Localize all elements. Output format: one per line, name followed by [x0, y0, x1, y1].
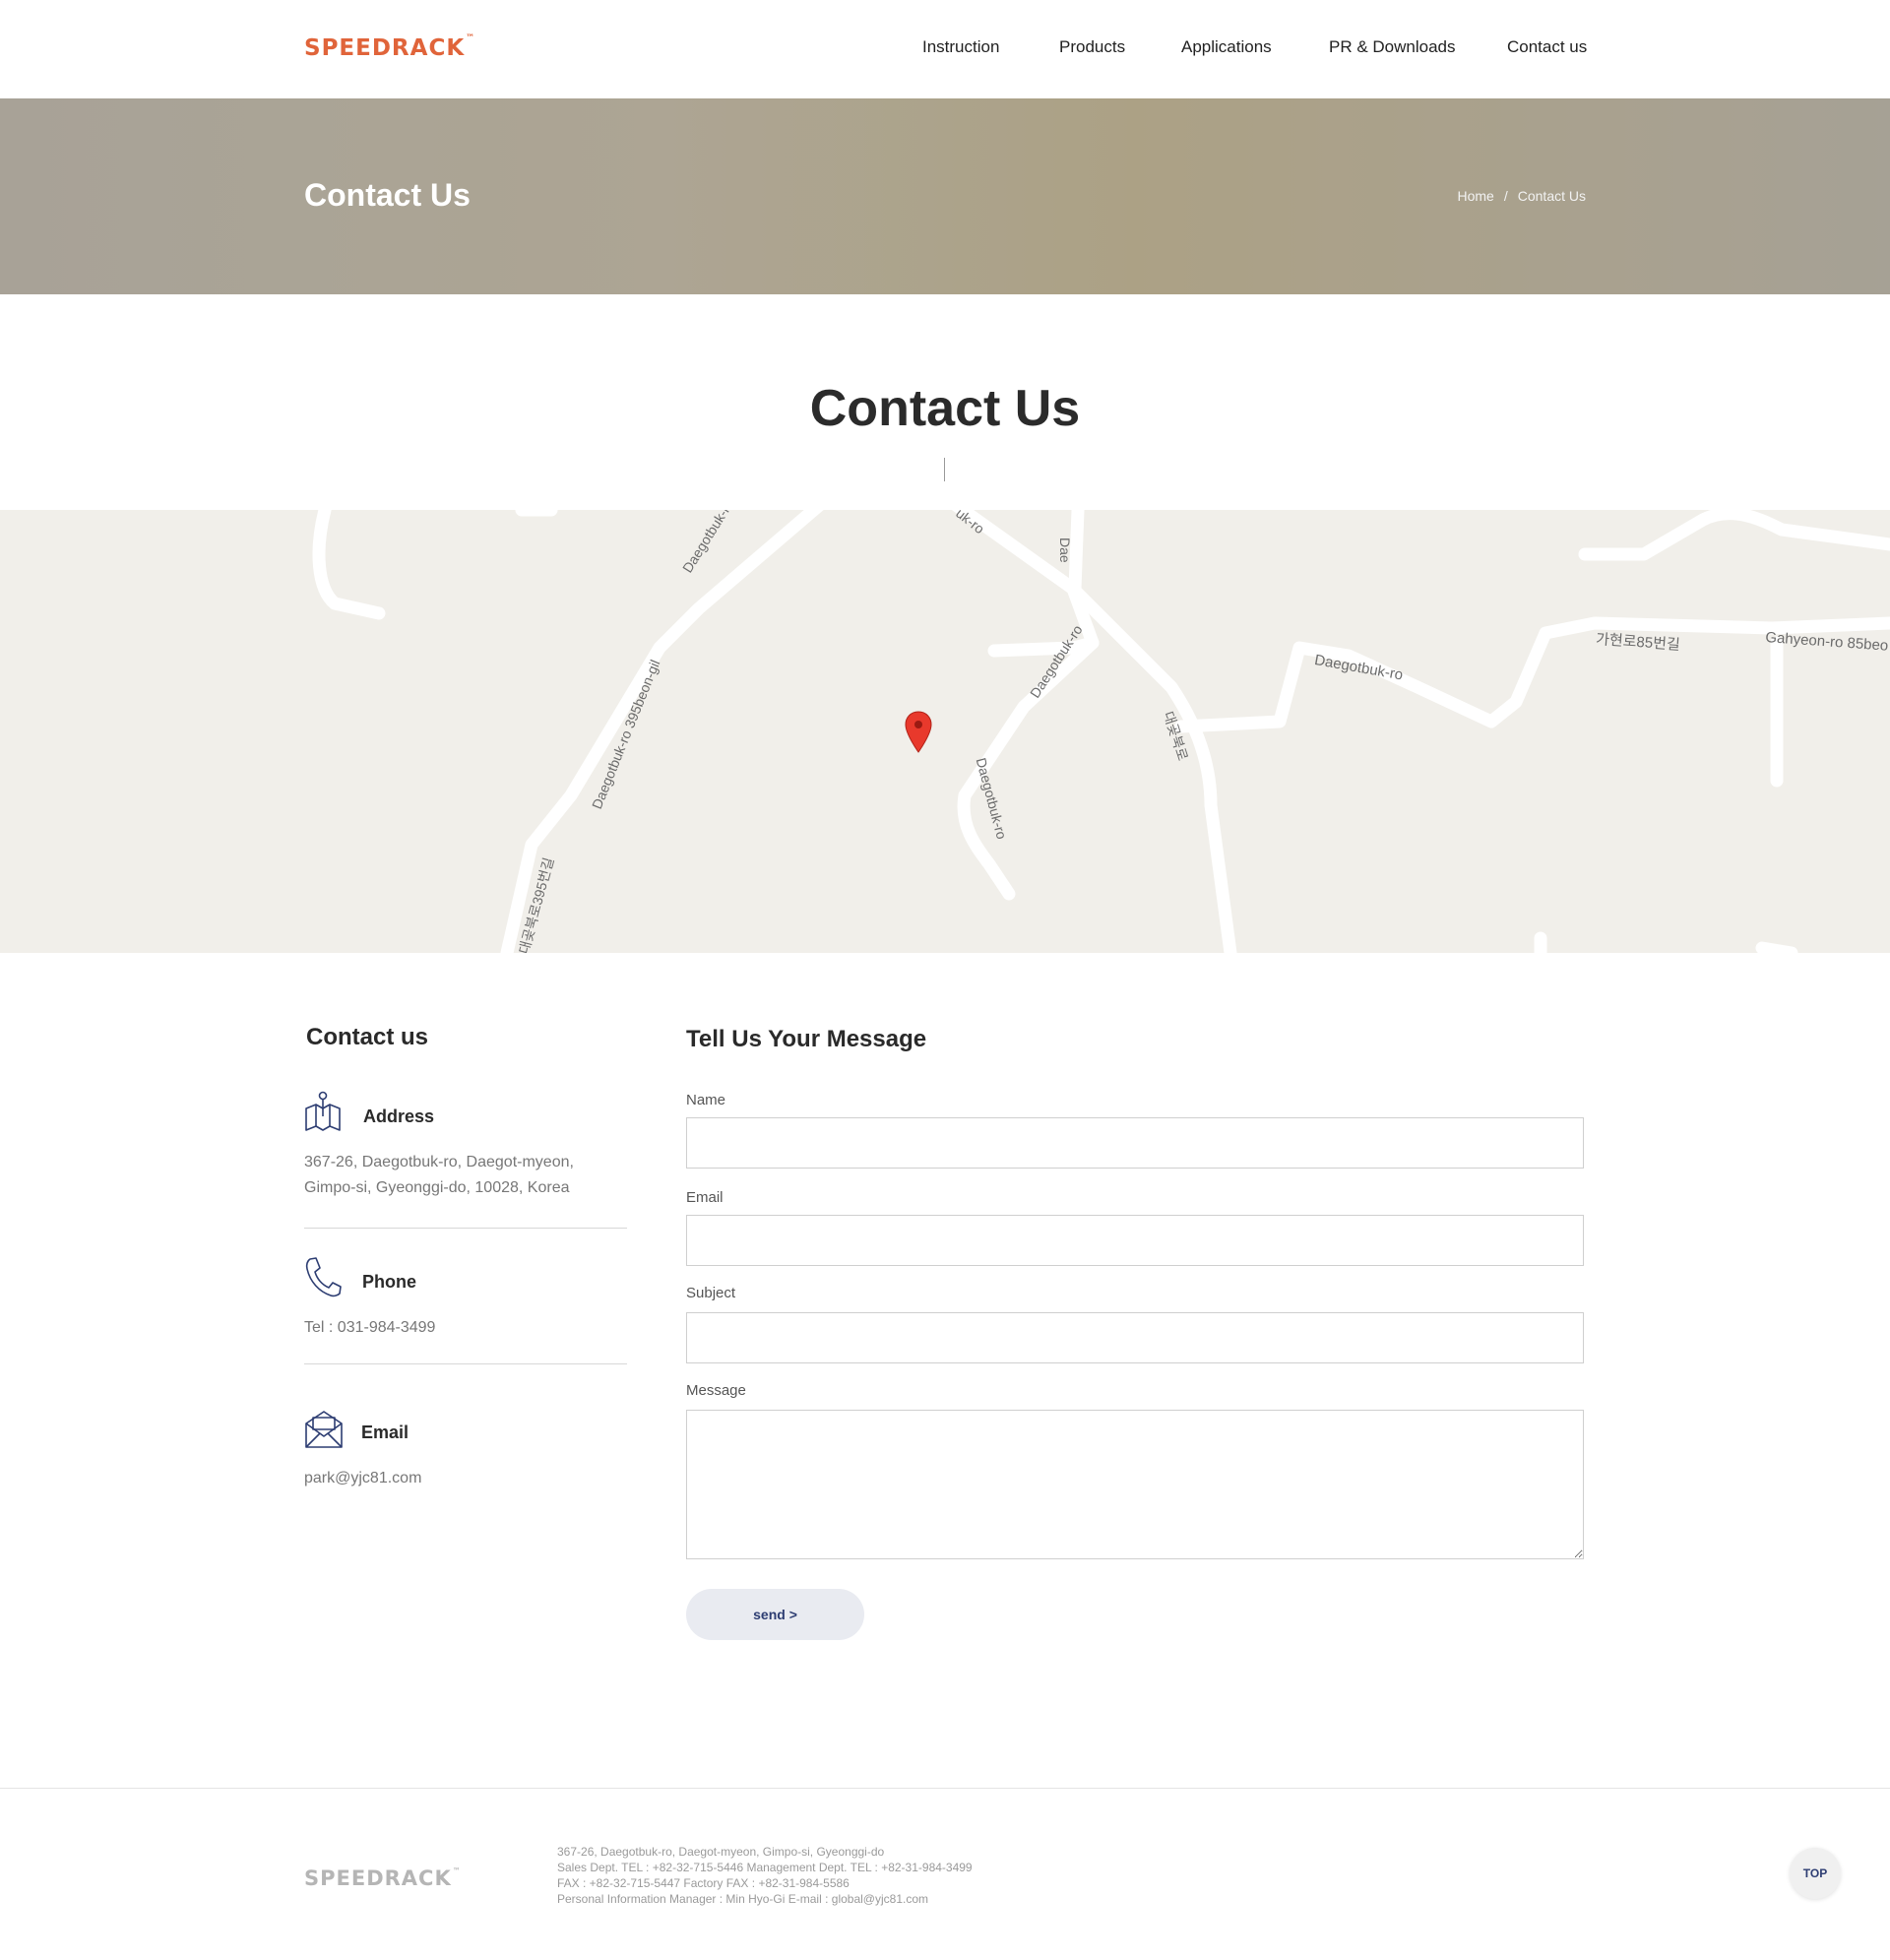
phone-text[interactable]: Tel : 031-984-3499: [304, 1315, 435, 1341]
email-field-label: Email: [686, 1189, 724, 1206]
address-line: Gimpo-si, Gyeonggi-do, 10028, Korea: [304, 1179, 570, 1196]
name-label: Name: [686, 1092, 726, 1108]
map-icon: [305, 1091, 341, 1131]
send-button[interactable]: send >: [686, 1589, 864, 1640]
nav-products[interactable]: Products: [1059, 37, 1125, 57]
street-label: Dae: [1057, 537, 1073, 563]
logo[interactable]: SPEEDRACK™: [304, 33, 476, 61]
back-to-top-button[interactable]: TOP: [1790, 1848, 1841, 1899]
contact-info-heading: Contact us: [306, 1024, 429, 1050]
map-roads: [312, 510, 1890, 953]
address-label: Address: [363, 1106, 435, 1126]
footer-line: Personal Information Manager : Min Hyo-G…: [557, 1892, 928, 1906]
footer-divider: [0, 1788, 1890, 1789]
nav-pr-downloads[interactable]: PR & Downloads: [1329, 37, 1456, 57]
info-divider: [304, 1363, 627, 1364]
subject-field[interactable]: [686, 1312, 1584, 1363]
info-divider: [304, 1228, 627, 1229]
address-text: 367-26, Daegotbuk-ro, Daegot-myeon, Gimp…: [304, 1150, 574, 1201]
email-field[interactable]: [686, 1215, 1584, 1266]
title-divider: [944, 458, 945, 481]
form-heading: Tell Us Your Message: [686, 1026, 927, 1052]
phone-icon: [305, 1257, 342, 1297]
location-map[interactable]: Daegotbuk-ro 395beon Daegotbuk-ro 395beo…: [0, 510, 1890, 953]
nav-applications[interactable]: Applications: [1181, 37, 1272, 57]
footer-line: Sales Dept. TEL : +82-32-715-5446 Manage…: [557, 1861, 973, 1874]
address-line: 367-26, Daegotbuk-ro, Daegot-myeon,: [304, 1154, 574, 1170]
logo-text: SPEEDRACK: [304, 35, 466, 61]
footer-line: 367-26, Daegotbuk-ro, Daegot-myeon, Gimp…: [557, 1845, 885, 1859]
hero-overlay: [0, 98, 1890, 294]
breadcrumb: Home / Contact Us: [1458, 188, 1587, 204]
hero-title: Contact Us: [304, 177, 471, 213]
footer-logo[interactable]: SPEEDRACK™: [304, 1866, 462, 1890]
footer-logo-trademark: ™: [452, 1866, 462, 1875]
name-field[interactable]: [686, 1117, 1584, 1169]
message-field[interactable]: [686, 1410, 1584, 1559]
logo-trademark: ™: [466, 33, 476, 43]
page: SPEEDRACK™ Instruction Products Applicat…: [0, 0, 1890, 1960]
phone-label: Phone: [362, 1272, 417, 1292]
breadcrumb-home-link[interactable]: Home: [1458, 188, 1494, 204]
breadcrumb-separator: /: [1503, 188, 1508, 204]
message-label: Message: [686, 1382, 746, 1399]
nav-instruction[interactable]: Instruction: [922, 37, 999, 57]
subject-label: Subject: [686, 1285, 736, 1301]
email-label: Email: [361, 1423, 410, 1442]
hero-banner: Contact Us Home / Contact Us: [0, 98, 1890, 294]
page-title: Contact Us: [809, 380, 1081, 437]
breadcrumb-current: Contact Us: [1517, 188, 1586, 204]
nav-contact-us[interactable]: Contact us: [1507, 37, 1587, 57]
map-pin-icon[interactable]: [905, 711, 932, 754]
envelope-icon: [305, 1411, 343, 1448]
footer-info: 367-26, Daegotbuk-ro, Daegot-myeon, Gimp…: [557, 1844, 973, 1907]
footer-line: FAX : +82-32-715-5447 Factory FAX : +82-…: [557, 1876, 850, 1890]
site-header: SPEEDRACK™ Instruction Products Applicat…: [0, 0, 1890, 98]
email-text[interactable]: park@yjc81.com: [304, 1466, 421, 1491]
footer-logo-text: SPEEDRACK: [304, 1866, 452, 1890]
